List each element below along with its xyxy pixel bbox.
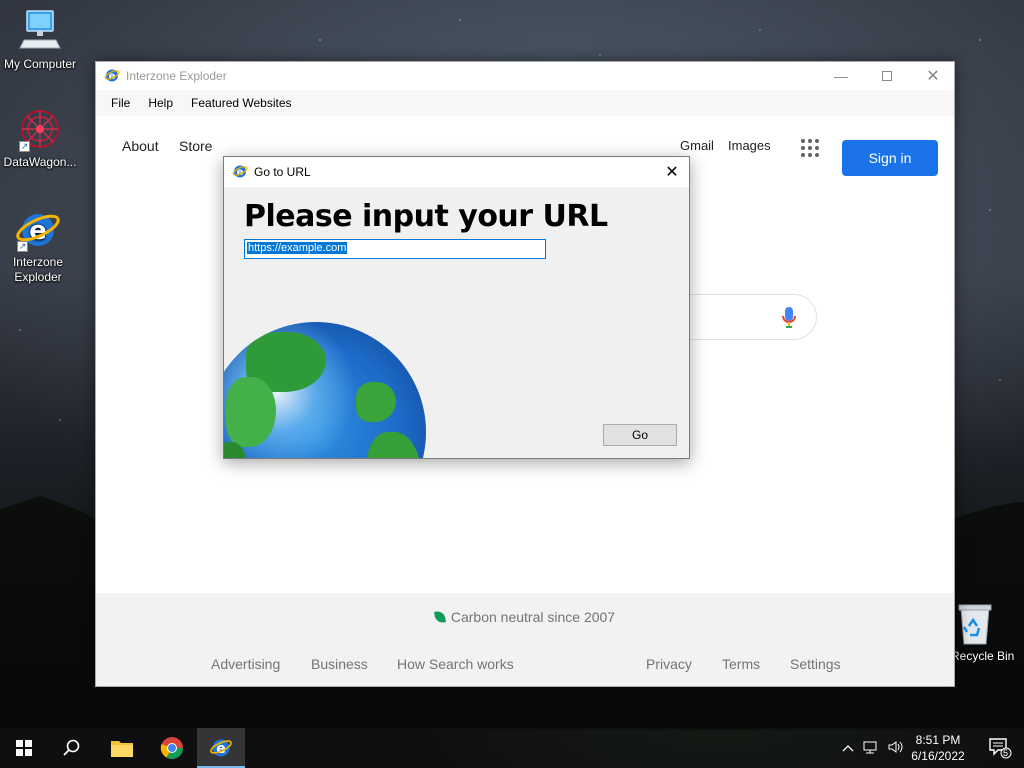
app-icon: e — [104, 67, 120, 86]
go-button[interactable]: Go — [603, 424, 677, 446]
apps-grid-icon[interactable] — [801, 139, 819, 157]
nav-gmail-link[interactable]: Gmail — [680, 138, 714, 153]
maximize-button[interactable] — [864, 62, 910, 90]
url-input[interactable]: https://example.com — [244, 239, 546, 259]
maximize-icon — [882, 71, 892, 81]
chevron-up-icon[interactable] — [842, 741, 854, 755]
system-tray — [838, 728, 908, 768]
go-to-url-dialog: e Go to URL ✕ Please input your URL http… — [223, 156, 690, 459]
shortcut-arrow-icon: ↗ — [17, 241, 28, 252]
microphone-icon[interactable] — [782, 307, 796, 334]
desktop-icon-datawagon[interactable]: ↗ DataWagon... — [0, 106, 80, 170]
menu-featured-websites[interactable]: Featured Websites — [182, 96, 301, 110]
carbon-neutral-notice: Carbon neutral since 2007 — [96, 609, 954, 625]
footer-advertising-link[interactable]: Advertising — [211, 656, 280, 672]
taskbar-interzone-exploder[interactable]: e — [197, 728, 245, 768]
desktop-icon-recycle-bin[interactable]: Recycle Bin — [945, 602, 1024, 664]
globe-illustration — [224, 322, 426, 458]
window-title: Interzone Exploder — [126, 69, 227, 83]
datawagon-icon: ↗ — [17, 106, 63, 152]
minimize-icon: — — [834, 68, 848, 84]
notification-icon — [989, 738, 1012, 759]
carbon-neutral-text: Carbon neutral since 2007 — [450, 609, 616, 625]
taskbar-clock[interactable]: 8:51 PM 6/16/2022 — [903, 732, 973, 764]
taskbar-file-explorer[interactable] — [98, 728, 146, 768]
action-center-button[interactable]: 5 — [976, 728, 1024, 768]
dialog-title: Go to URL — [254, 165, 311, 179]
notification-count-badge: 5 — [1003, 748, 1009, 758]
search-icon — [63, 739, 80, 756]
windows-logo-icon — [16, 740, 32, 756]
leaf-icon — [433, 610, 446, 624]
footer-business-link[interactable]: Business — [311, 656, 368, 672]
close-icon: ✕ — [665, 164, 679, 181]
dialog-titlebar[interactable]: e Go to URL — [224, 157, 689, 187]
interzone-exploder-icon: e — [210, 739, 232, 757]
nav-images-link[interactable]: Images — [728, 138, 771, 153]
taskbar: e 8:51 PM 6/16/2022 5 — [0, 728, 1024, 768]
nav-store-link[interactable]: Store — [179, 138, 212, 154]
menu-file[interactable]: File — [102, 96, 139, 110]
close-icon: ✕ — [926, 68, 940, 85]
footer-privacy-link[interactable]: Privacy — [646, 656, 692, 672]
minimize-button[interactable]: — — [818, 62, 864, 90]
desktop-icon-label: Interzone Exploder — [12, 255, 64, 284]
dialog-close-button[interactable]: ✕ — [661, 161, 683, 183]
network-icon[interactable] — [863, 740, 879, 757]
footer-how-search-works-link[interactable]: How Search works — [397, 656, 514, 672]
volume-icon[interactable] — [888, 740, 904, 757]
shortcut-arrow-icon: ↗ — [19, 141, 30, 152]
start-button[interactable] — [0, 728, 48, 768]
page-footer: Carbon neutral since 2007 Advertising Bu… — [96, 593, 954, 686]
computer-icon — [18, 8, 62, 54]
menu-bar: File Help Featured Websites — [96, 90, 954, 116]
close-button[interactable]: ✕ — [910, 62, 956, 90]
search-button[interactable] — [48, 728, 96, 768]
folder-icon — [111, 741, 133, 757]
sign-in-button[interactable]: Sign in — [842, 140, 938, 176]
clock-date: 6/16/2022 — [911, 749, 965, 763]
nav-about-link[interactable]: About — [122, 138, 159, 154]
taskbar-chrome[interactable] — [148, 728, 196, 768]
dialog-heading: Please input your URL — [244, 199, 608, 234]
recycle-bin-icon — [953, 602, 997, 646]
desktop-icon-label: Recycle Bin — [951, 649, 1015, 663]
chrome-icon — [160, 737, 183, 759]
desktop-icon-my-computer[interactable]: My Computer — [0, 8, 80, 72]
url-input-value: https://example.com — [247, 242, 348, 254]
desktop-icon-label: DataWagon... — [3, 155, 77, 169]
desktop-icon-label: My Computer — [3, 57, 77, 71]
footer-settings-link[interactable]: Settings — [790, 656, 841, 672]
desktop-icon-interzone-exploder[interactable]: e ↗ Interzone Exploder — [0, 206, 78, 285]
dialog-app-icon: e — [232, 163, 248, 182]
interzone-exploder-icon: e ↗ — [15, 206, 61, 252]
clock-time: 8:51 PM — [915, 733, 961, 747]
footer-terms-link[interactable]: Terms — [722, 656, 760, 672]
menu-help[interactable]: Help — [139, 96, 182, 110]
